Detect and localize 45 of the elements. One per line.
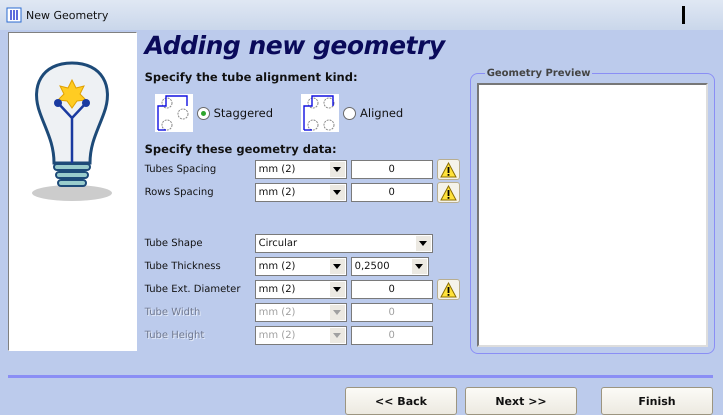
radio-button[interactable] [196,106,210,120]
value-field[interactable]: 0 [350,280,433,300]
wizard-button[interactable]: Next >> [465,387,577,415]
field-label: Rows Spacing [144,187,215,198]
field-label: Tubes Spacing [144,164,218,176]
page-heading: Adding new geometry [144,32,447,60]
unit-dropdown[interactable]: mm (2) [254,160,347,180]
wizard-button[interactable]: << Back [345,387,457,415]
app-icon [6,7,22,24]
wizard-button[interactable]: Finish [601,387,713,415]
caret-icon [333,333,342,338]
unit-dropdown[interactable]: mm (2) [254,183,347,202]
section-label: Specify the tube alignment kind: [144,70,359,84]
field-label: Tube Height [144,330,206,342]
caret-icon [333,167,342,172]
tube-layout-icon [154,94,193,132]
radio-button[interactable] [343,106,356,120]
option-label: Aligned [360,106,404,120]
warning-button[interactable] [436,182,460,204]
unit-dropdown[interactable]: mm (2) [254,280,347,300]
warning-button[interactable] [436,279,460,300]
caret-icon [415,264,424,270]
caret-icon [333,190,342,196]
warning-icon [440,184,457,201]
field-label: Tube Ext. Diameter [144,284,242,296]
value-field[interactable]: 0 [350,160,433,180]
tube-layout-icon [301,94,340,132]
caret-icon [333,287,342,292]
group-title: Geometry Preview [486,68,592,80]
warning-button[interactable] [436,159,460,180]
warning-icon [440,162,457,178]
field-label: Tube Shape [144,238,204,250]
window-title: New Geometry [26,8,108,22]
caret-icon [333,264,342,270]
field-label: Tube Width [144,307,202,318]
value-field[interactable]: 0 [350,183,433,202]
field-label: Tube Thickness [144,261,222,272]
caret-icon [333,310,342,316]
warning-icon [440,282,457,298]
shape-dropdown[interactable]: Circular [254,234,433,254]
thickness-dropdown[interactable]: 0,2500 [350,257,429,276]
option-label: Staggered [214,106,274,120]
section-label: Specify these geometry data: [144,142,338,156]
caret-icon [419,241,428,246]
unit-dropdown[interactable]: mm (2) [254,257,347,276]
